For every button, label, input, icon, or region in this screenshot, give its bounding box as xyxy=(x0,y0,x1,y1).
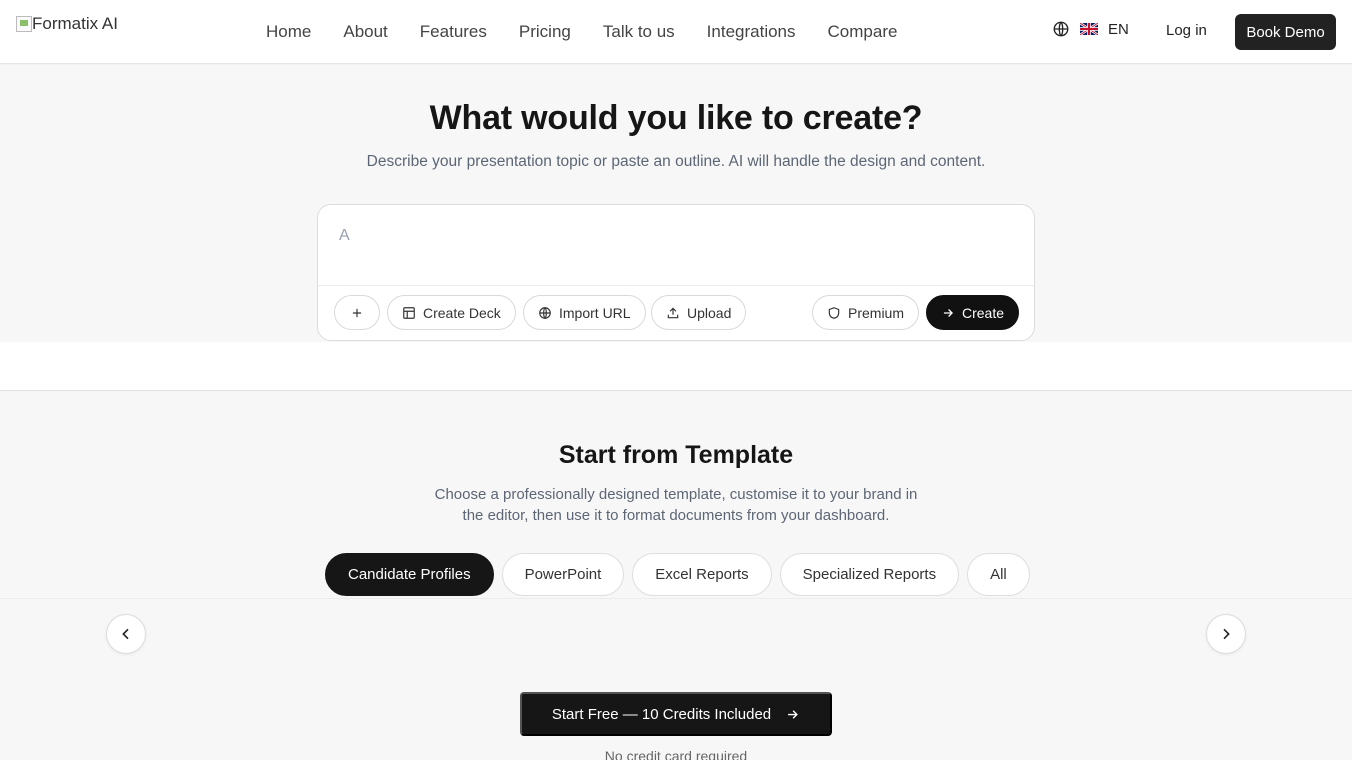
chevron-left-icon xyxy=(122,628,129,640)
create-label: Create xyxy=(962,304,1005,321)
start-free-button[interactable]: Start Free — 10 Credits Included xyxy=(520,692,832,736)
nav-pricing[interactable]: Pricing xyxy=(503,22,587,42)
shield-icon xyxy=(828,306,840,319)
start-free-label: Start Free — 10 Credits Included xyxy=(551,705,772,723)
upload-label: Upload xyxy=(687,304,732,321)
chevron-right-icon xyxy=(1223,628,1230,640)
layout-icon xyxy=(403,306,415,319)
upload-button[interactable]: Upload xyxy=(651,295,747,330)
language-code: EN xyxy=(1108,20,1129,38)
logo-alt-text: Formatix AI xyxy=(32,14,118,33)
arrow-right-icon xyxy=(788,709,798,719)
login-link[interactable]: Log in xyxy=(1166,22,1207,39)
main-nav: Home About Features Pricing Talk to us I… xyxy=(250,0,913,64)
nav-compare[interactable]: Compare xyxy=(812,22,914,42)
upload-icon xyxy=(667,307,679,318)
no-credit-card-note: No credit card required xyxy=(604,748,748,760)
composer-divider xyxy=(318,285,1034,286)
site-header: Formatix AI Home About Features Pricing … xyxy=(0,0,1352,64)
templates-section: Start from Template Choose a professiona… xyxy=(0,391,1352,599)
prompt-composer: A Create Deck Import URL Upload Premium … xyxy=(317,204,1035,341)
add-button[interactable] xyxy=(334,295,380,330)
language-selector[interactable]: EN xyxy=(1052,20,1129,38)
section-spacer xyxy=(0,342,1352,391)
tab-candidate-profiles[interactable]: Candidate Profiles xyxy=(325,553,494,596)
plus-icon xyxy=(352,308,362,317)
tab-powerpoint[interactable]: PowerPoint xyxy=(501,553,625,596)
globe-icon xyxy=(1053,21,1069,37)
broken-image-icon xyxy=(16,16,32,32)
nav-talk-to-us[interactable]: Talk to us xyxy=(587,22,691,42)
premium-button[interactable]: Premium xyxy=(812,295,920,330)
tab-excel-reports[interactable]: Excel Reports xyxy=(632,553,772,596)
templates-title: Start from Template xyxy=(558,441,794,469)
nav-home[interactable]: Home xyxy=(250,22,327,42)
carousel-next-button[interactable] xyxy=(1206,614,1246,654)
template-tabs: Candidate Profiles PowerPoint Excel Repo… xyxy=(325,553,1030,596)
nav-about[interactable]: About xyxy=(327,22,403,42)
hero-subtitle: Describe your presentation topic or past… xyxy=(366,153,986,170)
tab-specialized-reports[interactable]: Specialized Reports xyxy=(779,553,960,596)
prompt-input[interactable]: A xyxy=(339,227,350,245)
premium-label: Premium xyxy=(848,304,905,321)
globe-icon xyxy=(539,306,551,319)
import-url-button[interactable]: Import URL xyxy=(523,295,646,330)
import-url-label: Import URL xyxy=(559,304,631,321)
book-demo-button[interactable]: Book Demo xyxy=(1235,14,1336,50)
create-deck-button[interactable]: Create Deck xyxy=(387,295,516,330)
create-button[interactable]: Create xyxy=(926,295,1020,330)
tab-all[interactable]: All xyxy=(967,553,1030,596)
carousel-prev-button[interactable] xyxy=(106,614,146,654)
hero-section: What would you like to create? Describe … xyxy=(0,65,1352,342)
nav-features[interactable]: Features xyxy=(404,22,503,42)
arrow-right-icon xyxy=(943,308,953,317)
logo[interactable]: Formatix AI xyxy=(16,14,118,34)
templates-description: Choose a professionally designed templat… xyxy=(434,486,918,524)
create-deck-label: Create Deck xyxy=(423,304,501,321)
uk-flag-icon xyxy=(1080,23,1098,35)
hero-title: What would you like to create? xyxy=(429,99,923,137)
nav-integrations[interactable]: Integrations xyxy=(691,22,812,42)
